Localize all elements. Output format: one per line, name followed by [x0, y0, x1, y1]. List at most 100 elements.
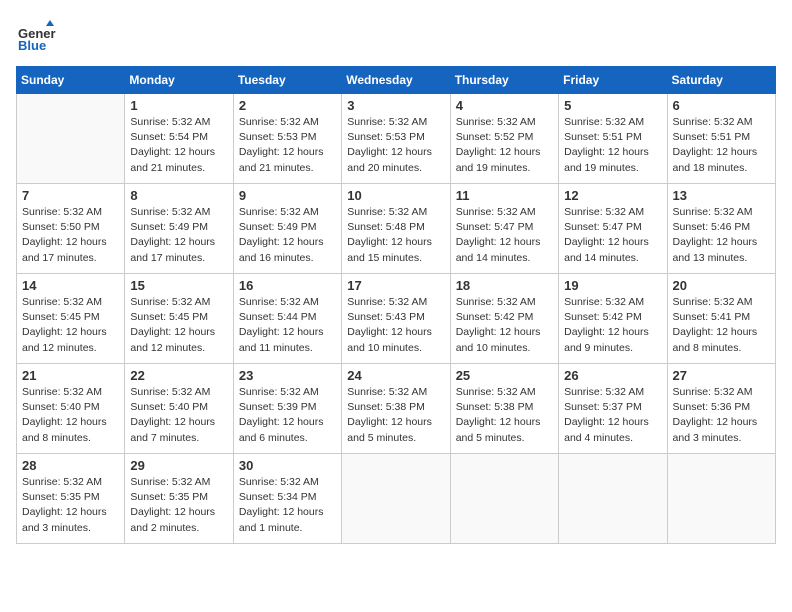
day-info: Sunrise: 5:32 AMSunset: 5:49 PMDaylight:… [130, 205, 227, 266]
day-number: 18 [456, 278, 553, 293]
day-header-thursday: Thursday [450, 67, 558, 94]
day-info: Sunrise: 5:32 AMSunset: 5:45 PMDaylight:… [22, 295, 119, 356]
calendar-cell: 7Sunrise: 5:32 AMSunset: 5:50 PMDaylight… [17, 184, 125, 274]
day-info: Sunrise: 5:32 AMSunset: 5:51 PMDaylight:… [673, 115, 770, 176]
day-info: Sunrise: 5:32 AMSunset: 5:46 PMDaylight:… [673, 205, 770, 266]
calendar-cell: 25 Sunrise: 5:32 AMSunset: 5:38 PMDayligh… [450, 364, 558, 454]
calendar-cell: 24Sunrise: 5:32 AMSunset: 5:38 PMDayligh… [342, 364, 450, 454]
day-number: 4 [456, 98, 553, 113]
day-number: 2 [239, 98, 336, 113]
day-number: 8 [130, 188, 227, 203]
calendar-cell: 22 Sunrise: 5:32 AMSunset: 5:40 PMDayligh… [125, 364, 233, 454]
day-number: 21 [22, 368, 119, 383]
calendar-cell: 30Sunrise: 5:32 AMSunset: 5:34 PMDayligh… [233, 454, 341, 544]
day-number: 17 [347, 278, 444, 293]
day-header-friday: Friday [559, 67, 667, 94]
day-info: Sunrise: 5:32 AMSunset: 5:52 PMDaylight:… [456, 115, 553, 176]
day-number: 9 [239, 188, 336, 203]
day-header-sunday: Sunday [17, 67, 125, 94]
day-header-wednesday: Wednesday [342, 67, 450, 94]
day-info: Sunrise: 5:32 AMSunset: 5:40 PMDaylight:… [22, 385, 119, 446]
day-info: Sunrise: 5:32 AMSunset: 5:47 PMDaylight:… [564, 205, 661, 266]
day-number: 26 [564, 368, 661, 383]
calendar-cell: 10 Sunrise: 5:32 AMSunset: 5:48 PMDayligh… [342, 184, 450, 274]
calendar-cell: 11 Sunrise: 5:32 AMSunset: 5:47 PMDayligh… [450, 184, 558, 274]
day-info: Sunrise: 5:32 AMSunset: 5:48 PMDaylight:… [347, 205, 444, 266]
day-info: Sunrise: 5:32 AMSunset: 5:40 PMDaylight:… [130, 385, 227, 446]
calendar-cell: 27 Sunrise: 5:32 AMSunset: 5:36 PMDayligh… [667, 364, 775, 454]
day-number: 23 [239, 368, 336, 383]
calendar-cell: 20 Sunrise: 5:32 AMSunset: 5:41 PMDayligh… [667, 274, 775, 364]
day-number: 16 [239, 278, 336, 293]
day-info: Sunrise: 5:32 AMSunset: 5:38 PMDaylight:… [347, 385, 444, 446]
page-header: General Blue [16, 16, 776, 56]
day-info: Sunrise: 5:32 AMSunset: 5:42 PMDaylight:… [456, 295, 553, 356]
day-info: Sunrise: 5:32 AMSunset: 5:37 PMDaylight:… [564, 385, 661, 446]
calendar-cell [559, 454, 667, 544]
day-info: Sunrise: 5:32 AMSunset: 5:54 PMDaylight:… [130, 115, 227, 176]
calendar-cell: 21 Sunrise: 5:32 AMSunset: 5:40 PMDayligh… [17, 364, 125, 454]
day-number: 3 [347, 98, 444, 113]
day-number: 5 [564, 98, 661, 113]
calendar-cell: 5 Sunrise: 5:32 AMSunset: 5:51 PMDaylight… [559, 94, 667, 184]
week-row-2: 7Sunrise: 5:32 AMSunset: 5:50 PMDaylight… [17, 184, 776, 274]
day-info: Sunrise: 5:32 AMSunset: 5:53 PMDaylight:… [239, 115, 336, 176]
day-info: Sunrise: 5:32 AMSunset: 5:41 PMDaylight:… [673, 295, 770, 356]
day-number: 1 [130, 98, 227, 113]
day-header-monday: Monday [125, 67, 233, 94]
week-row-4: 21 Sunrise: 5:32 AMSunset: 5:40 PMDayligh… [17, 364, 776, 454]
day-info: Sunrise: 5:32 AMSunset: 5:45 PMDaylight:… [130, 295, 227, 356]
day-number: 14 [22, 278, 119, 293]
calendar-cell [17, 94, 125, 184]
calendar-cell: 3 Sunrise: 5:32 AMSunset: 5:53 PMDaylight… [342, 94, 450, 184]
calendar-cell: 19 Sunrise: 5:32 AMSunset: 5:42 PMDayligh… [559, 274, 667, 364]
calendar-cell: 4 Sunrise: 5:32 AMSunset: 5:52 PMDaylight… [450, 94, 558, 184]
day-number: 25 [456, 368, 553, 383]
week-row-5: 28 Sunrise: 5:32 AMSunset: 5:35 PMDayligh… [17, 454, 776, 544]
day-number: 13 [673, 188, 770, 203]
day-info: Sunrise: 5:32 AMSunset: 5:36 PMDaylight:… [673, 385, 770, 446]
day-info: Sunrise: 5:32 AMSunset: 5:49 PMDaylight:… [239, 205, 336, 266]
day-info: Sunrise: 5:32 AMSunset: 5:50 PMDaylight:… [22, 205, 119, 266]
calendar-cell: 18 Sunrise: 5:32 AMSunset: 5:42 PMDayligh… [450, 274, 558, 364]
day-number: 10 [347, 188, 444, 203]
calendar-cell: 29 Sunrise: 5:32 AMSunset: 5:35 PMDayligh… [125, 454, 233, 544]
calendar-cell: 1 Sunrise: 5:32 AMSunset: 5:54 PMDaylight… [125, 94, 233, 184]
day-number: 27 [673, 368, 770, 383]
logo: General Blue [16, 16, 60, 56]
day-info: Sunrise: 5:32 AMSunset: 5:53 PMDaylight:… [347, 115, 444, 176]
calendar-cell: 23Sunrise: 5:32 AMSunset: 5:39 PMDayligh… [233, 364, 341, 454]
calendar-cell: 6 Sunrise: 5:32 AMSunset: 5:51 PMDaylight… [667, 94, 775, 184]
calendar-cell: 9 Sunrise: 5:32 AMSunset: 5:49 PMDaylight… [233, 184, 341, 274]
day-info: Sunrise: 5:32 AMSunset: 5:35 PMDaylight:… [22, 475, 119, 536]
day-number: 29 [130, 458, 227, 473]
calendar-cell: 13 Sunrise: 5:32 AMSunset: 5:46 PMDayligh… [667, 184, 775, 274]
calendar-cell: 16Sunrise: 5:32 AMSunset: 5:44 PMDayligh… [233, 274, 341, 364]
calendar-cell [450, 454, 558, 544]
week-row-1: 1 Sunrise: 5:32 AMSunset: 5:54 PMDaylight… [17, 94, 776, 184]
day-info: Sunrise: 5:32 AMSunset: 5:42 PMDaylight:… [564, 295, 661, 356]
day-number: 20 [673, 278, 770, 293]
day-info: Sunrise: 5:32 AMSunset: 5:34 PMDaylight:… [239, 475, 336, 536]
calendar-cell: 15Sunrise: 5:32 AMSunset: 5:45 PMDayligh… [125, 274, 233, 364]
week-row-3: 14 Sunrise: 5:32 AMSunset: 5:45 PMDayligh… [17, 274, 776, 364]
day-info: Sunrise: 5:32 AMSunset: 5:38 PMDaylight:… [456, 385, 553, 446]
calendar-cell: 28 Sunrise: 5:32 AMSunset: 5:35 PMDayligh… [17, 454, 125, 544]
day-info: Sunrise: 5:32 AMSunset: 5:51 PMDaylight:… [564, 115, 661, 176]
calendar-cell: 14 Sunrise: 5:32 AMSunset: 5:45 PMDayligh… [17, 274, 125, 364]
svg-text:Blue: Blue [18, 38, 46, 53]
day-number: 6 [673, 98, 770, 113]
calendar-cell [342, 454, 450, 544]
calendar-cell: 2 Sunrise: 5:32 AMSunset: 5:53 PMDaylight… [233, 94, 341, 184]
day-number: 11 [456, 188, 553, 203]
day-number: 28 [22, 458, 119, 473]
day-info: Sunrise: 5:32 AMSunset: 5:47 PMDaylight:… [456, 205, 553, 266]
day-info: Sunrise: 5:32 AMSunset: 5:35 PMDaylight:… [130, 475, 227, 536]
calendar-header-row: SundayMondayTuesdayWednesdayThursdayFrid… [17, 67, 776, 94]
calendar-cell: 12Sunrise: 5:32 AMSunset: 5:47 PMDayligh… [559, 184, 667, 274]
day-number: 22 [130, 368, 227, 383]
day-header-tuesday: Tuesday [233, 67, 341, 94]
calendar-cell: 8 Sunrise: 5:32 AMSunset: 5:49 PMDaylight… [125, 184, 233, 274]
calendar-cell: 26 Sunrise: 5:32 AMSunset: 5:37 PMDayligh… [559, 364, 667, 454]
day-number: 19 [564, 278, 661, 293]
